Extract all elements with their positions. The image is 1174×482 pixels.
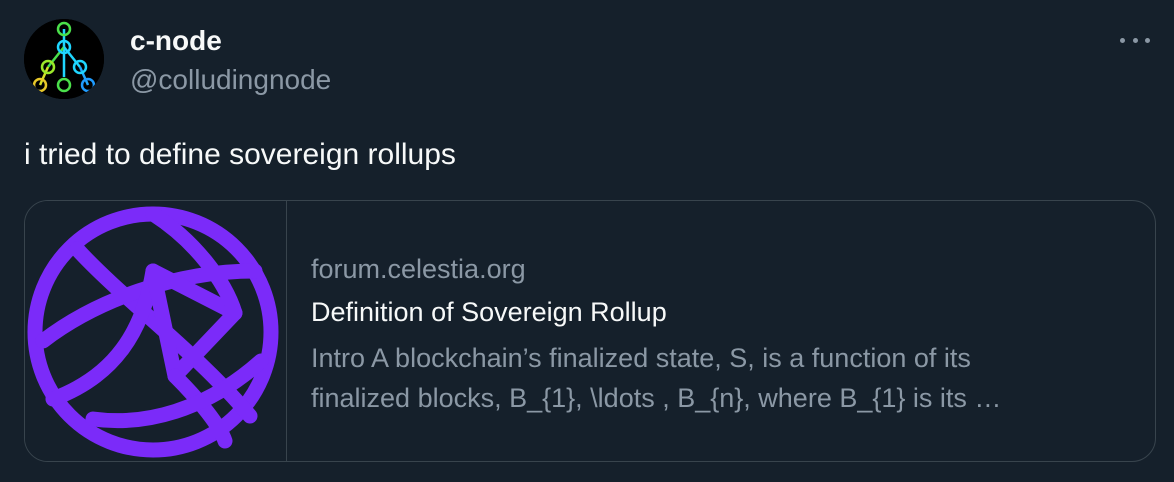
network-tree-avatar-icon bbox=[24, 19, 104, 99]
link-preview-card[interactable]: forum.celestia.org Definition of Soverei… bbox=[24, 200, 1156, 462]
more-horizontal-icon bbox=[1132, 37, 1138, 43]
card-domain: forum.celestia.org bbox=[311, 254, 526, 284]
card-title: Definition of Sovereign Rollup bbox=[311, 297, 667, 327]
card-description: Intro A blockchain’s finalized state, S,… bbox=[311, 338, 1111, 418]
card-description-line: Intro A blockchain’s finalized state, S,… bbox=[311, 343, 971, 373]
card-description-line: finalized blocks, B_{1}, \ldots , B_{n},… bbox=[311, 383, 1002, 413]
author-avatar[interactable] bbox=[24, 19, 104, 99]
author-display-name[interactable]: c-node bbox=[130, 26, 222, 56]
more-horizontal-icon bbox=[1145, 37, 1150, 43]
celestia-logo-icon bbox=[27, 206, 279, 458]
card-body[interactable]: forum.celestia.org Definition of Soverei… bbox=[287, 201, 1155, 461]
author-handle[interactable]: @colludingnode bbox=[130, 65, 331, 95]
card-image bbox=[25, 201, 287, 461]
tweet-text: i tried to define sovereign rollups bbox=[24, 138, 456, 171]
more-options-button[interactable] bbox=[1120, 30, 1150, 50]
more-horizontal-icon bbox=[1120, 37, 1125, 43]
